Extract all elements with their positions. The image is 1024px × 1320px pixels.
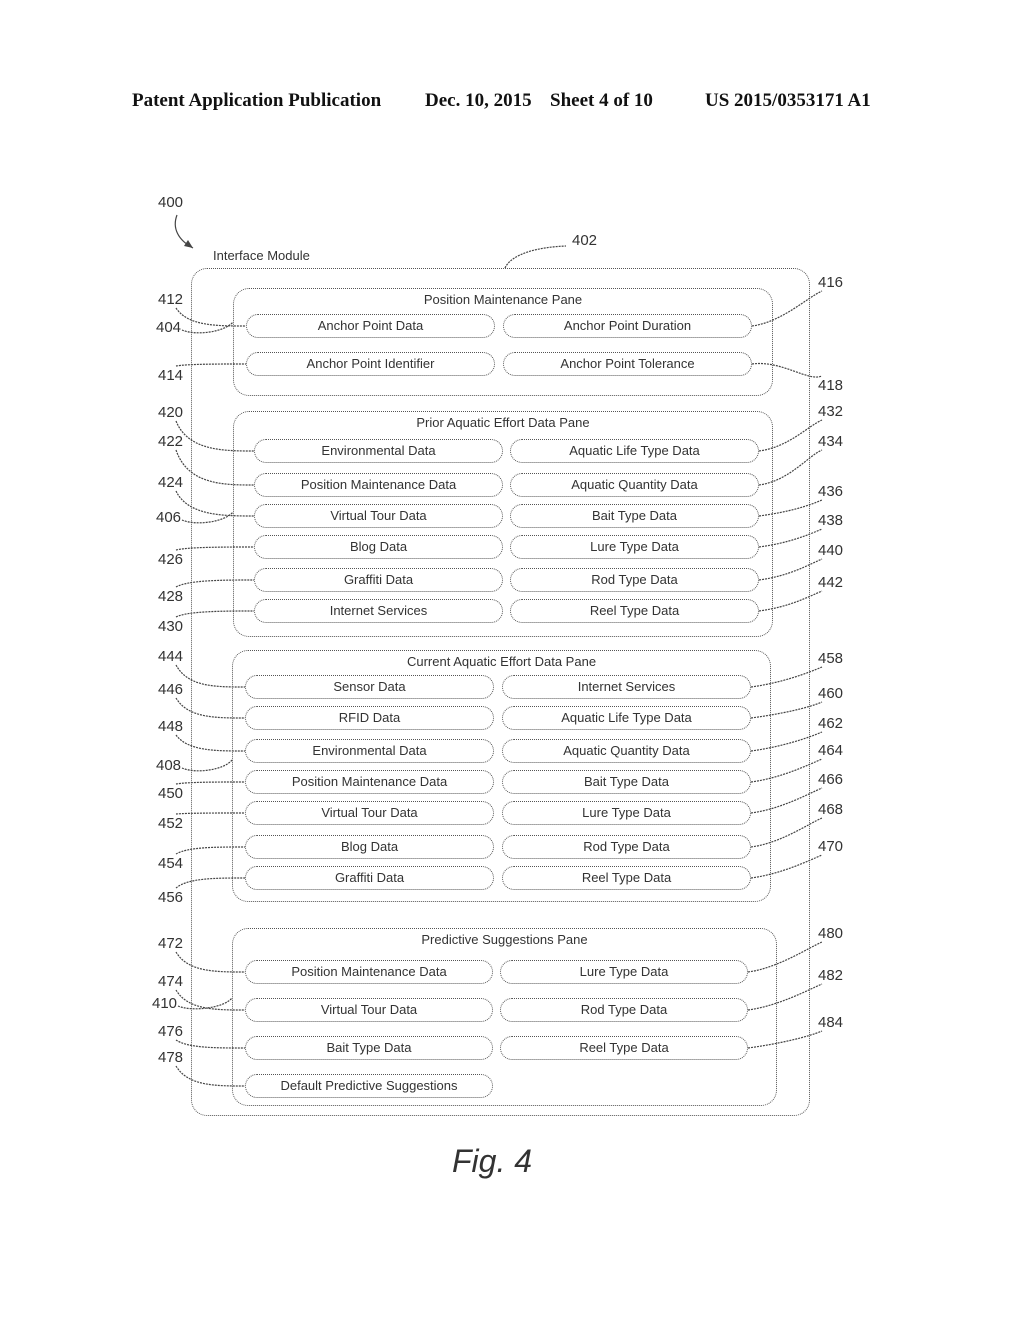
data-item-right: Aquatic Quantity Data bbox=[510, 473, 759, 497]
data-item-right: Anchor Point Duration bbox=[503, 314, 752, 338]
data-item-right: Aquatic Life Type Data bbox=[502, 706, 751, 730]
publication-date: Dec. 10, 2015 bbox=[425, 90, 532, 111]
data-item-right: Anchor Point Tolerance bbox=[503, 352, 752, 376]
item-ref: 426 bbox=[158, 551, 184, 568]
module-label: Interface Module bbox=[213, 248, 310, 263]
pane-ref: 408 bbox=[156, 757, 182, 774]
item-ref: 418 bbox=[818, 377, 844, 394]
pane-title: Current Aquatic Effort Data Pane bbox=[406, 654, 597, 669]
item-ref: 454 bbox=[158, 855, 184, 872]
data-item-left: Environmental Data bbox=[245, 739, 494, 763]
item-ref: 466 bbox=[818, 771, 844, 788]
data-item-left: Graffiti Data bbox=[254, 568, 503, 592]
pane-ref: 404 bbox=[156, 319, 182, 336]
item-ref: 464 bbox=[818, 742, 844, 759]
data-item-right: Rod Type Data bbox=[510, 568, 759, 592]
module-ref: 402 bbox=[572, 232, 598, 249]
data-item-right: Reel Type Data bbox=[510, 599, 759, 623]
item-ref: 468 bbox=[818, 801, 844, 818]
item-ref: 480 bbox=[818, 925, 844, 942]
data-item-right: Rod Type Data bbox=[502, 835, 751, 859]
item-ref: 450 bbox=[158, 785, 184, 802]
item-ref: 442 bbox=[818, 574, 844, 591]
item-ref: 436 bbox=[818, 483, 844, 500]
item-ref: 422 bbox=[158, 433, 184, 450]
data-item-left: Internet Services bbox=[254, 599, 503, 623]
item-ref: 430 bbox=[158, 618, 184, 635]
item-ref: 452 bbox=[158, 815, 184, 832]
item-ref: 470 bbox=[818, 838, 844, 855]
data-item-left: Anchor Point Identifier bbox=[246, 352, 495, 376]
pane-title: Position Maintenance Pane bbox=[423, 292, 583, 307]
item-ref: 414 bbox=[158, 367, 184, 384]
data-item-left: Position Maintenance Data bbox=[254, 473, 503, 497]
data-item-left: Position Maintenance Data bbox=[245, 960, 493, 984]
pane-ref: 410 bbox=[152, 995, 178, 1012]
item-ref: 458 bbox=[818, 650, 844, 667]
data-item-right: Bait Type Data bbox=[502, 770, 751, 794]
data-item-left: Graffiti Data bbox=[245, 866, 494, 890]
item-ref: 478 bbox=[158, 1049, 184, 1066]
publication-title: Patent Application Publication bbox=[132, 90, 382, 111]
pane-title: Predictive Suggestions Pane bbox=[421, 932, 588, 947]
figure-ref: 400 bbox=[158, 194, 184, 211]
data-item-right: Reel Type Data bbox=[500, 1036, 748, 1060]
item-ref: 456 bbox=[158, 889, 184, 906]
item-ref: 428 bbox=[158, 588, 184, 605]
patent-number: US 2015/0353171 A1 bbox=[705, 90, 871, 111]
data-item-right: Lure Type Data bbox=[500, 960, 748, 984]
item-ref: 476 bbox=[158, 1023, 184, 1040]
item-ref: 420 bbox=[158, 404, 184, 421]
data-item-right: Lure Type Data bbox=[510, 535, 759, 559]
item-ref: 440 bbox=[818, 542, 844, 559]
item-ref: 472 bbox=[158, 935, 184, 952]
data-item-left: Blog Data bbox=[254, 535, 503, 559]
data-item-left: Default Predictive Suggestions bbox=[245, 1074, 493, 1098]
data-item-left: Position Maintenance Data bbox=[245, 770, 494, 794]
pane-title: Prior Aquatic Effort Data Pane bbox=[416, 415, 590, 430]
data-item-right: Aquatic Quantity Data bbox=[502, 739, 751, 763]
item-ref: 434 bbox=[818, 433, 844, 450]
data-item-left: Bait Type Data bbox=[245, 1036, 493, 1060]
item-ref: 446 bbox=[158, 681, 184, 698]
data-item-right: Reel Type Data bbox=[502, 866, 751, 890]
data-item-left: Sensor Data bbox=[245, 675, 494, 699]
data-item-left: Blog Data bbox=[245, 835, 494, 859]
data-item-right: Internet Services bbox=[502, 675, 751, 699]
pane-ref: 406 bbox=[156, 509, 182, 526]
item-ref: 460 bbox=[818, 685, 844, 702]
data-item-right: Bait Type Data bbox=[510, 504, 759, 528]
data-item-right: Rod Type Data bbox=[500, 998, 748, 1022]
data-item-left: Anchor Point Data bbox=[246, 314, 495, 338]
item-ref: 482 bbox=[818, 967, 844, 984]
data-item-right: Lure Type Data bbox=[502, 801, 751, 825]
data-item-left: RFID Data bbox=[245, 706, 494, 730]
data-item-left: Environmental Data bbox=[254, 439, 503, 463]
item-ref: 474 bbox=[158, 973, 184, 990]
position-maintenance-pane: Position Maintenance Pane bbox=[233, 288, 773, 396]
data-item-right: Aquatic Life Type Data bbox=[510, 439, 759, 463]
item-ref: 438 bbox=[818, 512, 844, 529]
data-item-left: Virtual Tour Data bbox=[245, 998, 493, 1022]
item-ref: 432 bbox=[818, 403, 844, 420]
item-ref: 462 bbox=[818, 715, 844, 732]
item-ref: 444 bbox=[158, 648, 184, 665]
item-ref: 484 bbox=[818, 1014, 844, 1031]
sheet-number: Sheet 4 of 10 bbox=[550, 90, 653, 111]
data-item-left: Virtual Tour Data bbox=[245, 801, 494, 825]
figure-caption: Fig. 4 bbox=[452, 1143, 533, 1179]
item-ref: 448 bbox=[158, 718, 184, 735]
item-ref: 416 bbox=[818, 274, 844, 291]
item-ref: 424 bbox=[158, 474, 184, 491]
item-ref: 412 bbox=[158, 291, 184, 308]
data-item-left: Virtual Tour Data bbox=[254, 504, 503, 528]
